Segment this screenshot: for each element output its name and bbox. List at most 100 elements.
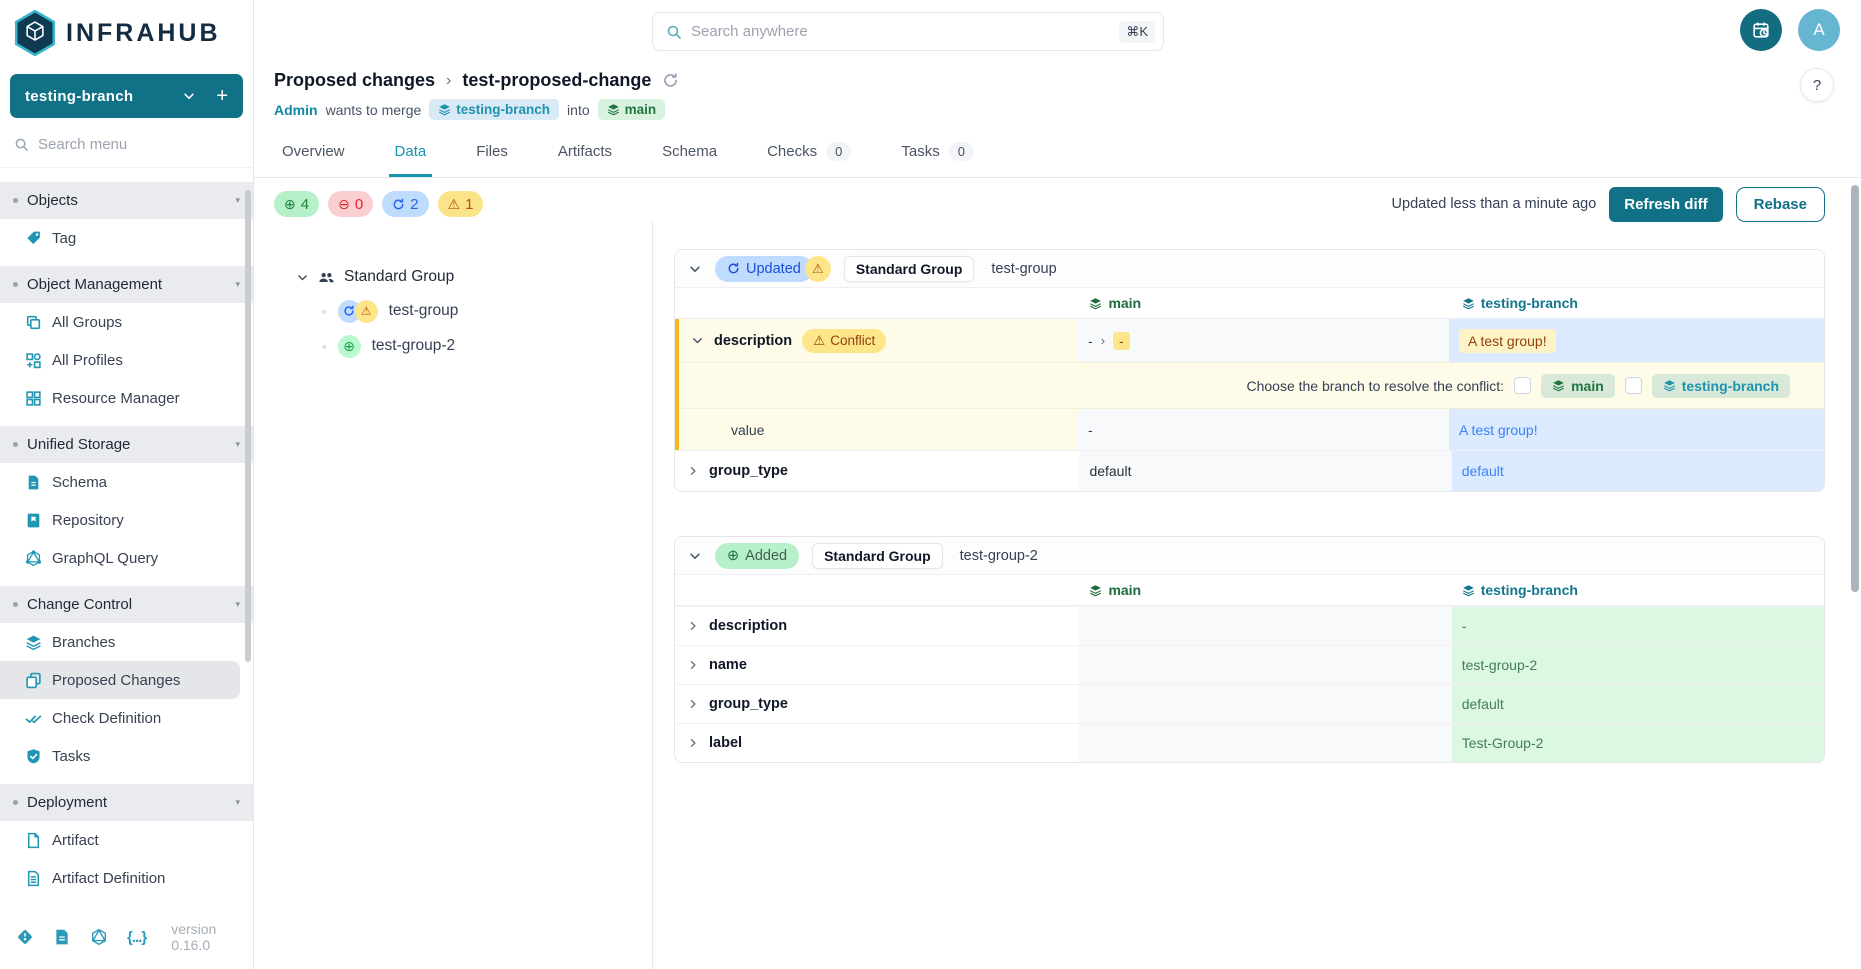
nav-section-deployment[interactable]: Deployment ▾ [0, 784, 253, 821]
tab-files[interactable]: Files [470, 128, 514, 177]
chevron-right-icon[interactable] [687, 659, 699, 671]
status-label: Updated [746, 261, 801, 277]
refresh-icon[interactable] [662, 72, 679, 89]
sidebar-item-artifact[interactable]: Artifact [0, 821, 253, 859]
property-column-header [675, 288, 1079, 318]
property-row-description[interactable]: description ⚠ Conflict - › - A [679, 319, 1824, 362]
graphql-sandbox-icon[interactable] [90, 928, 108, 946]
nav-section-unified-storage[interactable]: Unified Storage ▾ [0, 426, 253, 463]
main-area: Search anywhere ⌘K A Proposed changes › … [254, 0, 1861, 969]
added-count-badge: ⊕ 4 [274, 191, 319, 217]
tab-data[interactable]: Data [389, 128, 433, 177]
tab-checks[interactable]: Checks 0 [761, 128, 857, 177]
sidebar-item-all-groups[interactable]: All Groups [0, 303, 253, 341]
tree-node-test-group[interactable]: ◦ ⚠ test-group [322, 296, 652, 326]
resolve-main-checkbox[interactable] [1514, 377, 1531, 394]
resolve-option-testing-branch[interactable]: testing-branch [1652, 374, 1790, 398]
tree-node-test-group-2[interactable]: ◦ ⊕ test-group-2 [322, 331, 652, 361]
source-branch-label: testing-branch [456, 102, 550, 117]
nav-section-label: Objects [27, 192, 78, 209]
avatar-initial: A [1813, 20, 1824, 40]
sub-property-name: value [691, 422, 764, 438]
tree-node-label: test-group-2 [372, 337, 456, 355]
branch-column-header: testing-branch [1452, 288, 1824, 318]
warning-icon: ⚠ [813, 333, 825, 349]
sidebar-item-repository[interactable]: Repository [0, 501, 253, 539]
source-branch-badge[interactable]: testing-branch [429, 99, 559, 120]
chevron-right-icon[interactable] [687, 698, 699, 710]
global-search-input[interactable]: Search anywhere ⌘K [652, 12, 1164, 51]
tab-overview[interactable]: Overview [276, 128, 351, 177]
property-row-name[interactable]: name test-group-2 [675, 645, 1824, 684]
section-bullet-icon [13, 282, 18, 287]
nav-section-objects[interactable]: Objects ▾ [0, 182, 253, 219]
sidebar-item-proposed-changes[interactable]: Proposed Changes [0, 661, 240, 699]
object-kind-badge: Standard Group [812, 543, 943, 569]
conflicts-count: 1 [465, 196, 473, 213]
resolve-option-main[interactable]: main [1541, 374, 1615, 398]
sidebar-item-schema[interactable]: Schema [0, 463, 253, 501]
breadcrumb-parent[interactable]: Proposed changes [274, 70, 435, 91]
swagger-braces-icon[interactable]: {...} [127, 929, 146, 946]
sidebar-item-check-definition[interactable]: Check Definition [0, 699, 253, 737]
target-branch-badge[interactable]: main [598, 99, 666, 120]
column-label: testing-branch [1481, 582, 1578, 598]
chevron-right-icon[interactable] [687, 465, 699, 477]
docs-icon[interactable] [53, 928, 71, 946]
conflict-badge: ⚠ Conflict [802, 329, 886, 353]
main-column-header: main [1079, 288, 1451, 318]
sidebar: INFRAHUB testing-branch + Search menu Ob… [0, 0, 254, 969]
tab-tasks[interactable]: Tasks 0 [895, 128, 980, 177]
author-link[interactable]: Admin [274, 102, 318, 118]
nav-section-change-control[interactable]: Change Control ▾ [0, 586, 253, 623]
object-kind-badge: Standard Group [844, 256, 975, 282]
branch-conflict-value: A test group! [1459, 329, 1556, 353]
refresh-diff-button[interactable]: Refresh diff [1609, 187, 1722, 222]
property-row-label[interactable]: label Test-Group-2 [675, 723, 1824, 762]
collapse-chevron-icon[interactable] [688, 262, 702, 276]
change-arrow: › [1101, 333, 1105, 348]
chevron-right-icon[interactable] [687, 737, 699, 749]
caret-down-icon: ▾ [235, 599, 240, 610]
tab-schema[interactable]: Schema [656, 128, 723, 177]
sidebar-item-all-profiles[interactable]: All Profiles [0, 341, 253, 379]
git-icon[interactable] [16, 928, 34, 946]
task-timeline-button[interactable] [1740, 9, 1782, 51]
avatar[interactable]: A [1798, 9, 1840, 51]
conflict-warning-icon: ⚠ [805, 256, 831, 282]
nav-section-object-management[interactable]: Object Management ▾ [0, 266, 253, 303]
breadcrumb: Proposed changes › test-proposed-change [274, 70, 679, 91]
property-row-group-type[interactable]: group_type default [675, 684, 1824, 723]
add-branch-button[interactable]: + [216, 85, 228, 108]
property-row-group-type[interactable]: group_type default default [675, 450, 1824, 491]
sidebar-item-artifact-definition[interactable]: Artifact Definition [0, 859, 253, 897]
sidebar-scrollbar[interactable] [245, 190, 251, 662]
status-label: Added [745, 548, 787, 564]
collapse-chevron-icon[interactable] [688, 549, 702, 563]
sidebar-item-tag[interactable]: Tag [0, 219, 253, 257]
sidebar-item-graphql-query[interactable]: GraphQL Query [0, 539, 253, 577]
object-tree: Standard Group ◦ ⚠ test-group ◦ ⊕ [254, 222, 653, 969]
logo[interactable]: INFRAHUB [0, 0, 253, 64]
calendar-clock-icon [1751, 20, 1772, 41]
sidebar-item-branches[interactable]: Branches [0, 623, 253, 661]
sidebar-item-label: All Groups [52, 314, 122, 331]
rebase-button[interactable]: Rebase [1736, 187, 1825, 222]
menu-search-input[interactable]: Search menu [0, 122, 253, 168]
sidebar-item-tasks[interactable]: Tasks [0, 737, 253, 775]
chevron-down-icon[interactable] [691, 334, 704, 347]
branch-selector[interactable]: testing-branch + [10, 74, 243, 118]
brand-name: INFRAHUB [66, 19, 221, 48]
tab-artifacts[interactable]: Artifacts [552, 128, 618, 177]
page-scrollbar[interactable] [1851, 185, 1859, 592]
help-button[interactable]: ? [1800, 68, 1834, 102]
conflict-resolve-row: Choose the branch to resolve the conflic… [679, 362, 1824, 409]
property-row-description[interactable]: description - [675, 606, 1824, 645]
resolve-branch-checkbox[interactable] [1625, 377, 1642, 394]
main-column-header: main [1079, 575, 1451, 605]
chevron-right-icon[interactable] [687, 620, 699, 632]
updated-count: 2 [410, 196, 418, 213]
section-bullet-icon [13, 602, 18, 607]
sidebar-item-resource-manager[interactable]: Resource Manager [0, 379, 253, 417]
tree-node-standard-group[interactable]: Standard Group [296, 268, 652, 286]
